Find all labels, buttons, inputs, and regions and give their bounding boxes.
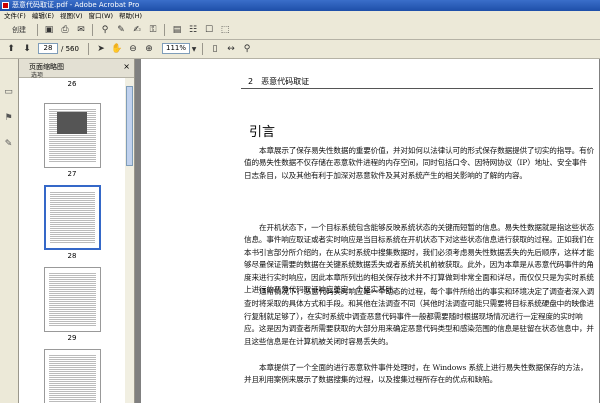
attach-icon[interactable]: ⚲: [98, 23, 112, 37]
paragraph: 本章展示了保存易失性数据的重要价值，并对如何以法律认可的形式保存数据提供了切实的…: [244, 146, 594, 180]
menu-file[interactable]: 文件(F): [2, 11, 28, 21]
toolbar-separator: [88, 43, 89, 55]
thumbnail-page-number: 29: [67, 334, 77, 342]
minus-icon[interactable]: ⊖: [126, 42, 140, 56]
scrollbar-thumb[interactable]: [126, 86, 133, 166]
header-rule: [241, 88, 593, 89]
plus-icon[interactable]: ⊕: [142, 42, 156, 56]
page-number-input[interactable]: [38, 43, 58, 54]
page-thumbnail[interactable]: [44, 267, 101, 332]
create-button-label: 创建: [12, 26, 26, 34]
document-view[interactable]: 2 恶意代码取证 引言 本章展示了保存易失性数据的重要价值，并对如何以法律认可的…: [135, 59, 600, 403]
thumbnail-figure: [57, 112, 87, 134]
thumbnail-page-number: 26: [67, 80, 77, 88]
page-thumbnail-selected[interactable]: [44, 185, 101, 250]
toolbar-separator: [164, 24, 165, 36]
thumbnail-list: 26 27 28 29: [19, 78, 125, 403]
review-icon[interactable]: ☷: [186, 23, 200, 37]
save-icon[interactable]: ▣: [42, 23, 56, 37]
thumbnail-content: [50, 191, 95, 244]
toolbar-separator: [92, 24, 93, 36]
note-icon[interactable]: ☐: [202, 23, 216, 37]
menu-bar: 文件(F) 编辑(E) 视图(V) 窗口(W) 帮助(H): [0, 11, 600, 21]
highlight-icon[interactable]: ⬚: [218, 23, 232, 37]
toolbar-separator: [37, 24, 38, 36]
select-tool-icon[interactable]: ➤: [94, 42, 108, 56]
up-arrow-icon[interactable]: ⬆: [4, 42, 18, 56]
running-head: 2 恶意代码取证: [248, 77, 310, 86]
window-title: 恶意代码取证.pdf - Adobe Acrobat Pro: [12, 1, 140, 9]
thumbnail-panel-header: 页面缩略图 选项 ×: [19, 59, 134, 79]
secure-icon[interactable]: ⚿: [146, 23, 160, 37]
email-icon[interactable]: ✉: [74, 23, 88, 37]
main-toolbar: 创建 ▣ ⎙ ✉ ⚲ ✎ ✍ ⚿ ▤ ☷ ☐ ⬚: [0, 21, 600, 40]
pages-tab-icon[interactable]: ▭: [2, 87, 15, 101]
thumbnail-panel: 页面缩略图 选项 × 26 27 28 29: [19, 59, 135, 403]
menu-help[interactable]: 帮助(H): [117, 11, 144, 21]
chevron-down-icon[interactable]: ▼: [190, 42, 198, 56]
page-thumbnail[interactable]: [44, 349, 101, 403]
close-icon[interactable]: ×: [123, 62, 130, 71]
signature-icon[interactable]: ✎: [2, 139, 15, 153]
thumbnail-content: [49, 272, 96, 327]
paragraph: 通常情况下，恶意代码实时响应是一个动态的过程，每个事件所给出的事实和环境决定了调…: [244, 287, 594, 346]
thumbnail-page-number: 28: [67, 252, 77, 260]
acrobat-app-icon: [2, 2, 9, 9]
page-thumbnail[interactable]: [44, 103, 101, 168]
fit-width-icon[interactable]: ↔: [224, 42, 238, 56]
menu-edit[interactable]: 编辑(E): [30, 11, 56, 21]
down-arrow-icon[interactable]: ⬇: [20, 42, 34, 56]
navigation-pane: ▭ ⚑ ✎: [0, 59, 19, 403]
chapter-title: 引言: [249, 125, 276, 140]
sign-icon[interactable]: ✍: [130, 23, 144, 37]
create-button[interactable]: 创建: [4, 23, 34, 37]
title-bar: 恶意代码取证.pdf - Adobe Acrobat Pro: [0, 0, 600, 11]
toolbar-separator: [202, 43, 203, 55]
bookmark-icon[interactable]: ⚑: [2, 113, 15, 127]
zoom-input[interactable]: [162, 43, 190, 54]
menu-view[interactable]: 视图(V): [58, 11, 85, 21]
fit-page-icon[interactable]: ▯: [208, 42, 222, 56]
find-icon[interactable]: ⚲: [240, 42, 254, 56]
thumbnail-content: [49, 354, 96, 403]
pdf-page: 2 恶意代码取证 引言 本章展示了保存易失性数据的重要价值，并对如何以法律认可的…: [141, 59, 599, 403]
paragraph: 本章提供了一个全面的进行恶意软件事件处理时，在 Windows 系统上进行易失性…: [244, 363, 588, 385]
hand-tool-icon[interactable]: ✋: [110, 42, 124, 56]
navigation-toolbar: ⬆ ⬇ / 560 ➤ ✋ ⊖ ⊕ ▼ ▯ ↔ ⚲: [0, 40, 600, 59]
menu-window[interactable]: 窗口(W): [87, 11, 116, 21]
print-icon[interactable]: ⎙: [58, 23, 72, 37]
thumbnail-scrollbar[interactable]: [125, 78, 134, 403]
forms-icon[interactable]: ▤: [170, 23, 184, 37]
comment-icon[interactable]: ✎: [114, 23, 128, 37]
thumbnail-page-number: 27: [67, 170, 77, 178]
page-total-label: / 560: [61, 45, 79, 53]
